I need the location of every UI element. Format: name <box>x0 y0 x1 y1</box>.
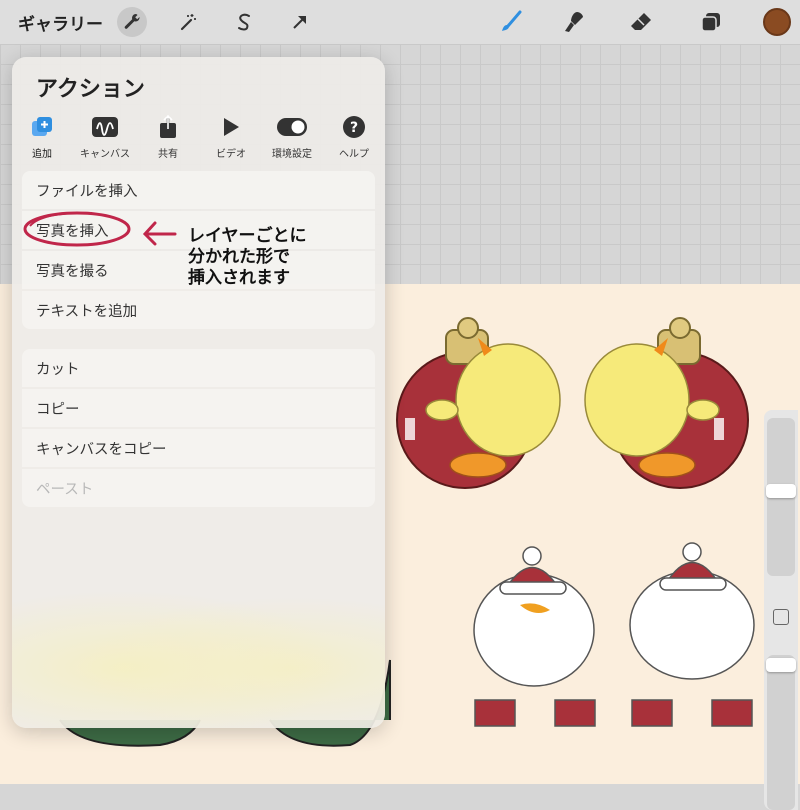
canvas-wave-icon <box>70 115 140 139</box>
tab-label: 共有 <box>158 149 178 160</box>
annotation-line: 挿入されます <box>188 268 290 288</box>
annotation-note: レイヤーごとに 分かれた形で 挿入されます <box>188 226 307 289</box>
add-text-item[interactable]: テキストを追加 <box>22 291 375 329</box>
layers-icon[interactable] <box>696 7 726 37</box>
brush-size-thumb[interactable] <box>766 484 796 498</box>
actions-panel: アクション 追加 キャンバス 共有 ビデオ 環境設定 ? ヘルプ ファイルを挿入… <box>12 57 385 728</box>
tab-video[interactable]: ビデオ <box>196 115 266 160</box>
tab-add[interactable]: 追加 <box>12 115 77 160</box>
add-layer-icon <box>12 115 77 139</box>
canvas-edge <box>0 784 800 810</box>
gallery-button[interactable]: ギャラリー <box>18 10 103 35</box>
opacity-thumb[interactable] <box>766 658 796 672</box>
chick-illustrations <box>396 317 755 727</box>
modify-button[interactable] <box>773 609 789 625</box>
play-icon <box>196 115 266 139</box>
copy-item[interactable]: コピー <box>22 389 375 427</box>
wrench-icon[interactable] <box>117 7 147 37</box>
tab-canvas[interactable]: キャンバス <box>70 115 140 160</box>
magic-wand-icon[interactable] <box>173 7 203 37</box>
help-icon: ? <box>319 115 385 139</box>
selection-icon[interactable] <box>229 7 259 37</box>
annotation-line: レイヤーごとに <box>188 226 307 246</box>
annotation-line: 分かれた形で <box>188 247 290 267</box>
tab-label: ビデオ <box>216 149 246 160</box>
color-swatch[interactable] <box>763 8 791 36</box>
opacity-slider[interactable] <box>767 655 795 810</box>
smudge-icon[interactable] <box>560 7 590 37</box>
panel-blur-backdrop <box>12 577 385 728</box>
tab-preferences[interactable]: 環境設定 <box>257 115 327 160</box>
svg-text:?: ? <box>350 120 358 136</box>
tab-label: ヘルプ <box>339 149 369 160</box>
copy-canvas-item[interactable]: キャンバスをコピー <box>22 429 375 467</box>
highlight-circle <box>23 211 131 247</box>
transform-arrow-icon[interactable] <box>285 7 315 37</box>
share-icon <box>133 115 203 139</box>
tab-label: 追加 <box>32 149 52 160</box>
tab-label: キャンバス <box>80 149 130 160</box>
action-tabs: 追加 キャンバス 共有 ビデオ 環境設定 ? ヘルプ <box>12 115 385 165</box>
brush-icon[interactable] <box>496 7 526 37</box>
top-toolbar: ギャラリー <box>0 0 800 44</box>
insert-file-item[interactable]: ファイルを挿入 <box>22 171 375 209</box>
panel-title: アクション <box>36 77 145 102</box>
cut-item[interactable]: カット <box>22 349 375 387</box>
tab-help[interactable]: ? ヘルプ <box>319 115 385 160</box>
annotation-arrow-icon <box>142 221 177 246</box>
tab-share[interactable]: 共有 <box>133 115 203 160</box>
paste-item: ペースト <box>22 469 375 507</box>
eraser-icon[interactable] <box>626 7 656 37</box>
tab-label: 環境設定 <box>272 149 312 160</box>
toggle-icon <box>257 115 327 139</box>
